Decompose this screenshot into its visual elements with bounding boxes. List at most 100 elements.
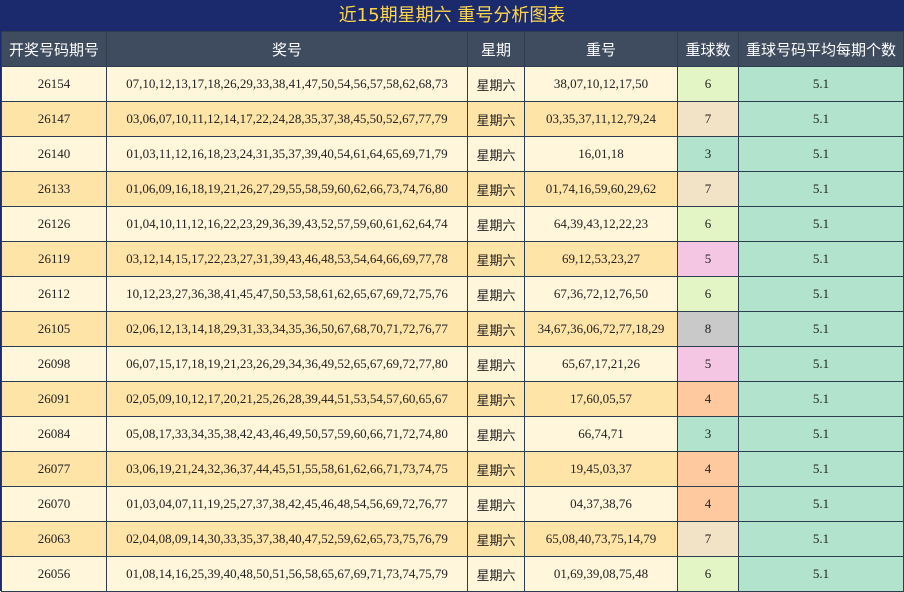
average-cell: 5.1 xyxy=(738,521,904,557)
count-cell: 5 xyxy=(677,346,739,382)
period-cell: 26084 xyxy=(1,416,107,452)
table-row: 26154 07,10,12,13,17,18,26,29,33,38,41,47… xyxy=(1,66,904,102)
header-row: 开奖号码期号 奖号 星期 重号 重球数 重球号码平均每期个数 xyxy=(1,31,904,67)
period-cell: 26091 xyxy=(1,381,107,417)
weekday-cell: 星期六 xyxy=(467,451,525,487)
count-cell: 8 xyxy=(677,311,739,347)
numbers-cell: 02,06,12,13,14,18,29,31,33,34,35,36,50,6… xyxy=(106,311,468,347)
header-numbers: 奖号 xyxy=(106,31,468,67)
period-cell: 26140 xyxy=(1,136,107,172)
repeat-cell: 69,12,53,23,27 xyxy=(524,241,678,277)
weekday-cell: 星期六 xyxy=(467,416,525,452)
period-cell: 26063 xyxy=(1,521,107,557)
count-cell: 6 xyxy=(677,276,739,312)
header-weekday: 星期 xyxy=(467,31,525,67)
period-cell: 26105 xyxy=(1,311,107,347)
count-cell: 6 xyxy=(677,66,739,102)
count-cell: 7 xyxy=(677,101,739,137)
table-row: 26098 06,07,15,17,18,19,21,23,26,29,34,36… xyxy=(1,346,904,382)
table-row: 26084 05,08,17,33,34,35,38,42,43,46,49,50… xyxy=(1,416,904,452)
weekday-cell: 星期六 xyxy=(467,486,525,522)
weekday-cell: 星期六 xyxy=(467,381,525,417)
numbers-cell: 10,12,23,27,36,38,41,45,47,50,53,58,61,6… xyxy=(106,276,468,312)
table-row: 26147 03,06,07,10,11,12,14,17,22,24,28,35… xyxy=(1,101,904,137)
weekday-cell: 星期六 xyxy=(467,101,525,137)
weekday-cell: 星期六 xyxy=(467,346,525,382)
header-count: 重球数 xyxy=(677,31,739,67)
count-cell: 4 xyxy=(677,486,739,522)
count-cell: 6 xyxy=(677,206,739,242)
table-row: 26063 02,04,08,09,14,30,33,35,37,38,40,47… xyxy=(1,521,904,557)
header-average: 重球号码平均每期个数 xyxy=(738,31,904,67)
count-cell: 4 xyxy=(677,451,739,487)
average-cell: 5.1 xyxy=(738,66,904,102)
table-row: 26126 01,04,10,11,12,16,22,23,29,36,39,43… xyxy=(1,206,904,242)
average-cell: 5.1 xyxy=(738,136,904,172)
numbers-cell: 03,06,07,10,11,12,14,17,22,24,28,35,37,3… xyxy=(106,101,468,137)
count-cell: 3 xyxy=(677,416,739,452)
table-row: 26070 01,03,04,07,11,19,25,27,37,38,42,45… xyxy=(1,486,904,522)
numbers-cell: 02,05,09,10,12,17,20,21,25,26,28,39,44,5… xyxy=(106,381,468,417)
weekday-cell: 星期六 xyxy=(467,241,525,277)
table-row: 26112 10,12,23,27,36,38,41,45,47,50,53,58… xyxy=(1,276,904,312)
period-cell: 26056 xyxy=(1,556,107,592)
table-row: 26091 02,05,09,10,12,17,20,21,25,26,28,39… xyxy=(1,381,904,417)
numbers-cell: 01,06,09,16,18,19,21,26,27,29,55,58,59,6… xyxy=(106,171,468,207)
weekday-cell: 星期六 xyxy=(467,66,525,102)
average-cell: 5.1 xyxy=(738,451,904,487)
numbers-cell: 03,06,19,21,24,32,36,37,44,45,51,55,58,6… xyxy=(106,451,468,487)
period-cell: 26119 xyxy=(1,241,107,277)
header-repeat: 重号 xyxy=(524,31,678,67)
weekday-cell: 星期六 xyxy=(467,556,525,592)
average-cell: 5.1 xyxy=(738,171,904,207)
numbers-cell: 03,12,14,15,17,22,23,27,31,39,43,46,48,5… xyxy=(106,241,468,277)
table-row: 26056 01,08,14,16,25,39,40,48,50,51,56,58… xyxy=(1,556,904,592)
average-cell: 5.1 xyxy=(738,241,904,277)
numbers-cell: 01,03,11,12,16,18,23,24,31,35,37,39,40,5… xyxy=(106,136,468,172)
average-cell: 5.1 xyxy=(738,556,904,592)
weekday-cell: 星期六 xyxy=(467,521,525,557)
count-cell: 6 xyxy=(677,556,739,592)
numbers-cell: 01,03,04,07,11,19,25,27,37,38,42,45,46,4… xyxy=(106,486,468,522)
weekday-cell: 星期六 xyxy=(467,276,525,312)
count-cell: 5 xyxy=(677,241,739,277)
weekday-cell: 星期六 xyxy=(467,311,525,347)
average-cell: 5.1 xyxy=(738,381,904,417)
period-cell: 26070 xyxy=(1,486,107,522)
table-row: 26133 01,06,09,16,18,19,21,26,27,29,55,58… xyxy=(1,171,904,207)
numbers-cell: 01,04,10,11,12,16,22,23,29,36,39,43,52,5… xyxy=(106,206,468,242)
repeat-cell: 03,35,37,11,12,79,24 xyxy=(524,101,678,137)
repeat-cell: 01,74,16,59,60,29,62 xyxy=(524,171,678,207)
repeat-cell: 34,67,36,06,72,77,18,29 xyxy=(524,311,678,347)
weekday-cell: 星期六 xyxy=(467,206,525,242)
period-cell: 26126 xyxy=(1,206,107,242)
average-cell: 5.1 xyxy=(738,101,904,137)
table-row: 26077 03,06,19,21,24,32,36,37,44,45,51,55… xyxy=(1,451,904,487)
period-cell: 26112 xyxy=(1,276,107,312)
count-cell: 7 xyxy=(677,521,739,557)
repeat-cell: 17,60,05,57 xyxy=(524,381,678,417)
numbers-cell: 02,04,08,09,14,30,33,35,37,38,40,47,52,5… xyxy=(106,521,468,557)
average-cell: 5.1 xyxy=(738,486,904,522)
repeat-cell: 65,08,40,73,75,14,79 xyxy=(524,521,678,557)
repeat-cell: 38,07,10,12,17,50 xyxy=(524,66,678,102)
repeat-cell: 67,36,72,12,76,50 xyxy=(524,276,678,312)
average-cell: 5.1 xyxy=(738,311,904,347)
average-cell: 5.1 xyxy=(738,276,904,312)
count-cell: 3 xyxy=(677,136,739,172)
table-row: 26105 02,06,12,13,14,18,29,31,33,34,35,36… xyxy=(1,311,904,347)
weekday-cell: 星期六 xyxy=(467,171,525,207)
period-cell: 26133 xyxy=(1,171,107,207)
repeat-cell: 04,37,38,76 xyxy=(524,486,678,522)
header-period: 开奖号码期号 xyxy=(1,31,107,67)
repeat-cell: 19,45,03,37 xyxy=(524,451,678,487)
numbers-cell: 01,08,14,16,25,39,40,48,50,51,56,58,65,6… xyxy=(106,556,468,592)
average-cell: 5.1 xyxy=(738,206,904,242)
repeat-cell: 66,74,71 xyxy=(524,416,678,452)
repeat-cell: 65,67,17,21,26 xyxy=(524,346,678,382)
numbers-cell: 06,07,15,17,18,19,21,23,26,29,34,36,49,5… xyxy=(106,346,468,382)
repeat-cell: 64,39,43,12,22,23 xyxy=(524,206,678,242)
period-cell: 26098 xyxy=(1,346,107,382)
count-cell: 7 xyxy=(677,171,739,207)
count-cell: 4 xyxy=(677,381,739,417)
